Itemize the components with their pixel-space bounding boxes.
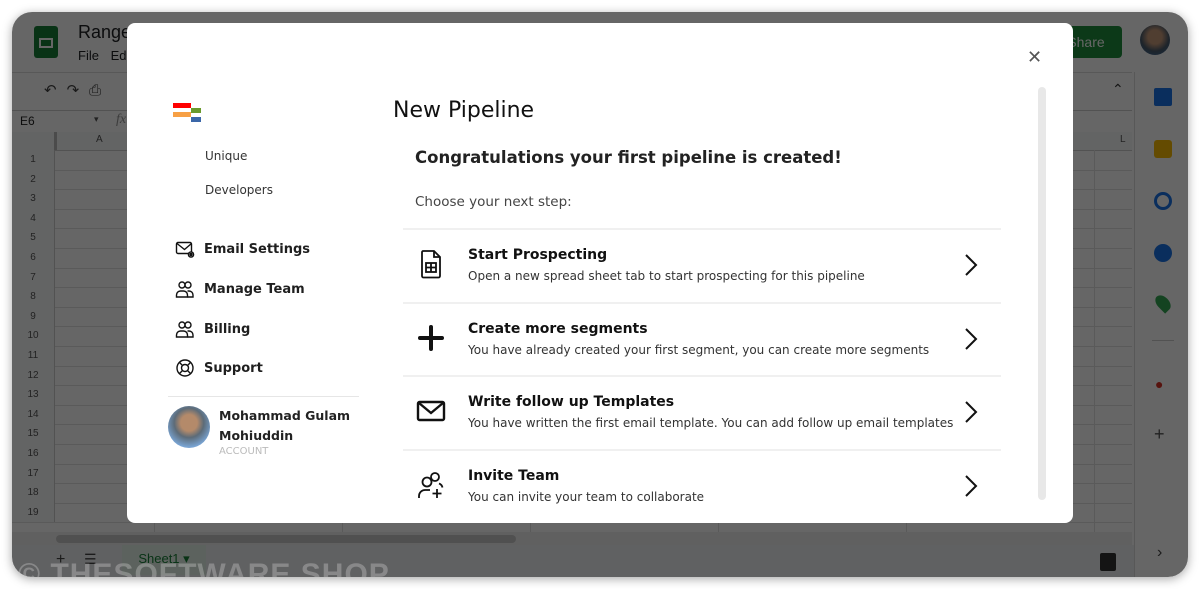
- chevron-right-icon: [965, 474, 978, 497]
- step-description: You have already created your first segm…: [468, 342, 930, 357]
- nav-billing[interactable]: Billing: [175, 318, 250, 340]
- step-description: You have written the first email templat…: [468, 416, 954, 430]
- step-title: Start Prospecting: [468, 247, 608, 263]
- nav-email-settings[interactable]: Email Settings: [175, 238, 310, 260]
- step-follow-up-templates[interactable]: Write follow up Templates You have writt…: [403, 375, 1001, 449]
- next-steps-list: Start Prospecting Open a new spread shee…: [403, 228, 1001, 522]
- billing-icon: [175, 321, 194, 338]
- next-step-prompt: Choose your next step:: [415, 194, 572, 210]
- nav-support[interactable]: Support: [175, 357, 263, 379]
- dialog-subtitle: Congratulations your first pipeline is c…: [415, 148, 842, 167]
- invite-user-icon: [418, 471, 444, 498]
- nav-support-label: Support: [204, 360, 263, 376]
- close-icon[interactable]: ✕: [1027, 47, 1042, 68]
- brand-name-line2: Developers: [205, 183, 273, 197]
- spreadsheet-icon: [421, 250, 441, 279]
- team-icon: [175, 281, 194, 298]
- step-title: Create more segments: [468, 320, 648, 337]
- step-title: Write follow up Templates: [468, 394, 675, 410]
- nav-billing-label: Billing: [204, 321, 251, 337]
- dialog-title: New Pipeline: [393, 98, 535, 123]
- watermark: © THESOFTWARE.SHOP: [18, 558, 390, 577]
- nav-manage-team-label: Manage Team: [204, 281, 305, 297]
- nav-manage-team[interactable]: Manage Team: [175, 278, 305, 300]
- email-settings-icon: [175, 241, 195, 258]
- dialog-scrollbar[interactable]: [1038, 87, 1046, 500]
- envelope-icon: [416, 400, 446, 422]
- chevron-right-icon: [965, 401, 978, 423]
- step-description: You can invite your team to collaborate: [468, 489, 705, 504]
- chevron-right-icon: [965, 327, 978, 350]
- chevron-right-icon: [965, 254, 978, 276]
- user-name[interactable]: Mohammad Gulam Mohiuddin: [219, 406, 359, 446]
- nav-divider: [168, 396, 359, 397]
- nav-email-settings-label: Email Settings: [204, 241, 310, 257]
- new-pipeline-dialog: ✕ Unique Developers Email Settings Manag…: [127, 23, 1073, 523]
- brand-logo-icon: [173, 103, 203, 127]
- step-description: Open a new spread sheet tab to start pro…: [468, 269, 865, 283]
- user-avatar[interactable]: [168, 406, 210, 448]
- step-invite-team[interactable]: Invite Team You can invite your team to …: [403, 448, 1001, 523]
- user-role: ACCOUNT: [219, 446, 269, 457]
- step-start-prospecting[interactable]: Start Prospecting Open a new spread shee…: [403, 228, 1001, 302]
- brand-name-line1: Unique: [205, 149, 248, 163]
- step-title: Invite Team: [468, 467, 560, 484]
- step-create-segments[interactable]: Create more segments You have already cr…: [403, 301, 1001, 376]
- support-icon: [176, 359, 194, 377]
- plus-icon: [418, 324, 444, 351]
